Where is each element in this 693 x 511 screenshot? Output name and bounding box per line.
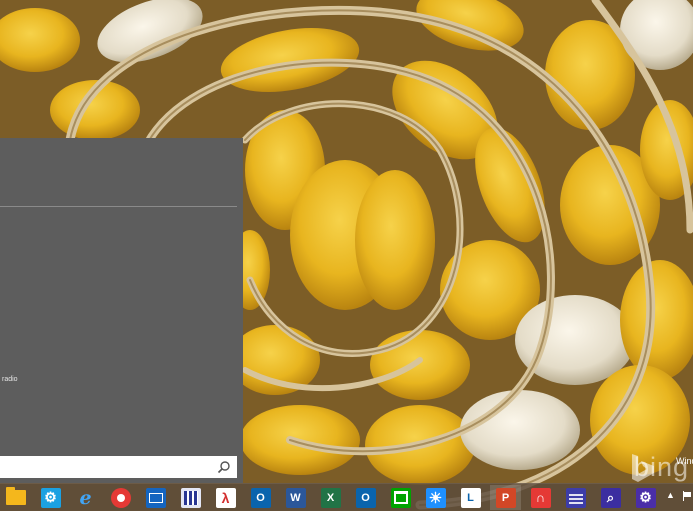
weather-icon: ☀ bbox=[425, 487, 446, 508]
taskbar-store-button[interactable] bbox=[385, 485, 416, 510]
taskbar-excel-button[interactable]: X bbox=[315, 485, 346, 510]
taskbar-outlook-button[interactable]: O bbox=[245, 485, 276, 510]
taskbar-chrome-button[interactable] bbox=[105, 485, 136, 510]
start-search-box[interactable] bbox=[0, 456, 237, 478]
remote-desktop-icon bbox=[145, 487, 166, 508]
action-center-flag-icon[interactable] bbox=[682, 490, 693, 501]
start-menu: radio bbox=[0, 138, 243, 483]
calendar-icon bbox=[565, 487, 586, 508]
taskbar-powerpoint-button[interactable]: P bbox=[490, 485, 521, 510]
taskbar-pc-settings-button[interactable]: ⚙ bbox=[35, 485, 66, 510]
taskbar-file-explorer-button[interactable] bbox=[0, 485, 31, 510]
taskbar-music-button[interactable]: ∩ bbox=[525, 485, 556, 510]
powerpoint-icon: P bbox=[495, 487, 516, 508]
headphones-icon: ∩ bbox=[530, 487, 551, 508]
taskbar-calendar-button[interactable] bbox=[560, 485, 591, 510]
pc-settings-icon: ⚙ bbox=[40, 487, 61, 508]
search-input[interactable] bbox=[0, 456, 218, 478]
taskbar-lync-button[interactable]: L bbox=[455, 485, 486, 510]
magnifier-icon: ⌕ bbox=[600, 487, 621, 508]
taskbar-calculator-button[interactable] bbox=[175, 485, 206, 510]
taskbar: ⚙ e λ O W X O ☀ L P ∩ ⌕ ⚙ bbox=[0, 483, 693, 511]
excel-icon: X bbox=[320, 487, 341, 508]
adobe-reader-icon: λ bbox=[215, 487, 236, 508]
outlook-icon: O bbox=[250, 487, 271, 508]
show-hidden-icons-arrow-icon[interactable]: ▲ bbox=[666, 490, 675, 500]
word-icon: W bbox=[285, 487, 306, 508]
chrome-icon bbox=[110, 487, 131, 508]
radio-label: radio bbox=[2, 376, 18, 383]
search-icon[interactable] bbox=[217, 460, 231, 474]
taskbar-internet-explorer-button[interactable]: e bbox=[70, 485, 101, 510]
calculator-icon bbox=[180, 487, 201, 508]
start-menu-divider bbox=[0, 206, 237, 207]
taskbar-outlook-2-button[interactable]: O bbox=[350, 485, 381, 510]
store-icon bbox=[390, 487, 411, 508]
taskbar-remote-desktop-button[interactable] bbox=[140, 485, 171, 510]
file-explorer-icon bbox=[5, 487, 26, 505]
taskbar-word-button[interactable]: W bbox=[280, 485, 311, 510]
outlook-icon: O bbox=[355, 487, 376, 508]
taskbar-settings-button[interactable]: ⚙ bbox=[630, 485, 661, 510]
taskbar-search-button[interactable]: ⌕ bbox=[595, 485, 626, 510]
evaluation-watermark-text: Windows Evaluation bbox=[676, 456, 693, 466]
taskbar-adobe-reader-button[interactable]: λ bbox=[210, 485, 241, 510]
gear-icon: ⚙ bbox=[635, 487, 656, 508]
lync-icon: L bbox=[460, 487, 481, 508]
taskbar-weather-button[interactable]: ☀ bbox=[420, 485, 451, 510]
internet-explorer-icon: e bbox=[79, 486, 92, 509]
